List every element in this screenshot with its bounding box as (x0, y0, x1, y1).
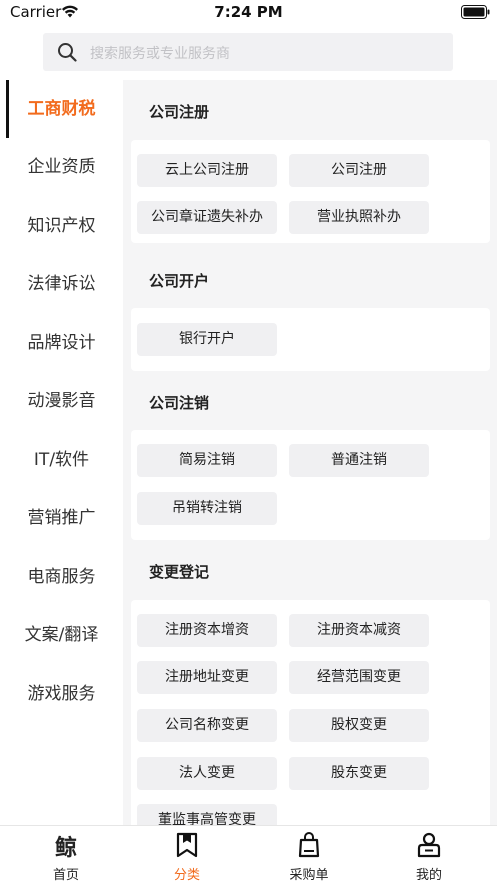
sidebar-item-label: 品牌设计 (27, 333, 96, 353)
section-title: 公司开户 (149, 272, 210, 290)
sidebar-item-legal[interactable]: 法律诉讼 (0, 255, 123, 313)
subcategory-panel: 公司注册 云上公司注册 公司注册 公司章证遗失补办 营业执照补办 公司开户 银行… (123, 80, 497, 825)
service-chip[interactable]: 公司名称变更 (137, 709, 277, 742)
sidebar-item-label: 文案/翻译 (24, 625, 99, 645)
sidebar-item-label: 企业资质 (27, 157, 96, 177)
service-chip[interactable]: 公司章证遗失补办 (137, 201, 277, 234)
status-bar: Carrier 7:24 PM (0, 0, 497, 26)
sidebar-item-qualification[interactable]: 企业资质 (0, 138, 123, 196)
section-card: 注册资本增资 注册资本减资 注册地址变更 经营范围变更 公司名称变更 股权变更 … (131, 600, 490, 825)
clock: 7:24 PM (214, 3, 283, 21)
sidebar-item-industry-tax[interactable]: 工商财税 (0, 80, 123, 138)
service-chip[interactable]: 营业执照补办 (289, 201, 429, 234)
tab-profile[interactable]: 我的 (367, 826, 491, 884)
sidebar-item-ip[interactable]: 知识产权 (0, 197, 123, 255)
service-chip[interactable]: 银行开户 (137, 323, 277, 356)
service-chip[interactable]: 经营范围变更 (289, 661, 429, 694)
tab-label: 采购单 (289, 868, 329, 883)
sidebar-item-ecommerce[interactable]: 电商服务 (0, 548, 123, 606)
service-chip[interactable]: 法人变更 (137, 757, 277, 790)
battery-icon (461, 5, 490, 19)
search-input[interactable]: 搜索服务或专业服务商 (43, 33, 453, 71)
search-bar: 搜索服务或专业服务商 (0, 26, 497, 78)
whale-logo-icon: 鲸 (54, 835, 77, 861)
service-chip[interactable]: 云上公司注册 (137, 154, 277, 187)
search-icon (58, 43, 77, 62)
active-indicator (6, 80, 9, 138)
tab-category[interactable]: 分类 (125, 826, 249, 884)
sidebar-item-label: 法律诉讼 (27, 274, 96, 294)
tab-label: 首页 (52, 868, 79, 883)
sidebar-item-it-software[interactable]: IT/软件 (0, 431, 123, 489)
sidebar-item-animation[interactable]: 动漫影音 (0, 372, 123, 430)
sidebar-item-brand-design[interactable]: 品牌设计 (0, 314, 123, 372)
sidebar-item-marketing[interactable]: 营销推广 (0, 489, 123, 547)
service-chip[interactable]: 吊销转注销 (137, 492, 277, 525)
service-chip[interactable]: 公司注册 (289, 154, 429, 187)
sidebar-item-label: 知识产权 (27, 216, 96, 236)
section-card: 银行开户 (131, 308, 490, 371)
sidebar-item-label: 营销推广 (27, 508, 96, 528)
service-chip[interactable]: 简易注销 (137, 444, 277, 477)
sidebar-item-label: 游戏服务 (27, 684, 96, 704)
section-title: 公司注册 (149, 103, 210, 121)
service-chip[interactable]: 注册地址变更 (137, 661, 277, 694)
service-chip[interactable]: 注册资本减资 (289, 614, 429, 647)
shopping-bag-icon (298, 832, 320, 858)
sidebar-item-label: 动漫影音 (27, 391, 96, 411)
tab-label: 分类 (173, 868, 200, 883)
service-chip[interactable]: 董监事高管变更 (137, 804, 277, 825)
service-chip[interactable]: 普通注销 (289, 444, 429, 477)
section-title: 公司注销 (149, 394, 210, 412)
tab-label: 我的 (415, 868, 442, 883)
sidebar-item-label: 电商服务 (27, 567, 96, 587)
service-chip[interactable]: 股东变更 (289, 757, 429, 790)
tab-home[interactable]: 鲸 首页 (4, 826, 128, 884)
sidebar-item-games[interactable]: 游戏服务 (0, 665, 123, 723)
tab-purchase-list[interactable]: 采购单 (247, 826, 371, 884)
section-card: 云上公司注册 公司注册 公司章证遗失补办 营业执照补办 (131, 140, 490, 243)
service-chip[interactable]: 注册资本增资 (137, 614, 277, 647)
sidebar-item-copywriting[interactable]: 文案/翻译 (0, 606, 123, 664)
sidebar-item-label: 工商财税 (27, 99, 96, 119)
category-sidebar: 工商财税 企业资质 知识产权 法律诉讼 品牌设计 动漫影音 IT/软件 营销推广… (0, 80, 123, 825)
section-title: 变更登记 (149, 563, 210, 581)
section-card: 简易注销 普通注销 吊销转注销 (131, 430, 490, 540)
user-icon (417, 832, 441, 858)
bookmark-icon (176, 832, 198, 858)
service-chip[interactable]: 股权变更 (289, 709, 429, 742)
tab-bar: 鲸 首页 分类 采购单 我的 (0, 825, 497, 883)
sidebar-item-label: IT/软件 (33, 450, 90, 470)
search-placeholder: 搜索服务或专业服务商 (90, 46, 230, 62)
